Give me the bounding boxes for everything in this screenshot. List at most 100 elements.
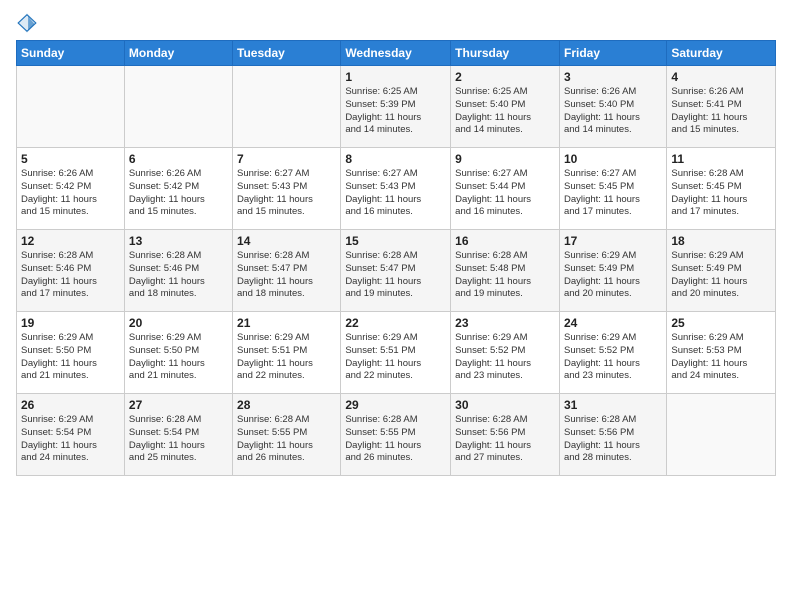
day-info: Sunrise: 6:29 AMSunset: 5:51 PMDaylight:…	[345, 332, 446, 383]
day-number: 30	[455, 398, 555, 412]
day-info: Sunrise: 6:29 AMSunset: 5:50 PMDaylight:…	[21, 332, 120, 383]
calendar-cell: 21 Sunrise: 6:29 AMSunset: 5:51 PMDayligh…	[233, 312, 341, 394]
calendar-cell	[233, 66, 341, 148]
day-number: 12	[21, 234, 120, 248]
calendar-cell: 9 Sunrise: 6:27 AMSunset: 5:44 PMDaylight…	[451, 148, 560, 230]
page-header	[16, 12, 776, 34]
week-row-4: 19Sunrise: 6:29 AMSunset: 5:50 PMDayligh…	[17, 312, 776, 394]
calendar-cell: 13 Sunrise: 6:28 AMSunset: 5:46 PMDayligh…	[124, 230, 232, 312]
day-info: Sunrise: 6:28 AMSunset: 5:47 PMDaylight:…	[345, 250, 446, 301]
weekday-tuesday: Tuesday	[233, 41, 341, 66]
calendar-cell: 19Sunrise: 6:29 AMSunset: 5:50 PMDayligh…	[17, 312, 125, 394]
day-number: 18	[671, 234, 771, 248]
day-info: Sunrise: 6:29 AMSunset: 5:49 PMDaylight:…	[671, 250, 771, 301]
day-number: 11	[671, 152, 771, 166]
week-row-3: 12 Sunrise: 6:28 AMSunset: 5:46 PMDayligh…	[17, 230, 776, 312]
day-number: 23	[455, 316, 555, 330]
day-number: 27	[129, 398, 228, 412]
day-number: 5	[21, 152, 120, 166]
logo	[16, 12, 42, 34]
day-info: Sunrise: 6:29 AMSunset: 5:49 PMDaylight:…	[564, 250, 662, 301]
week-row-1: 1 Sunrise: 6:25 AMSunset: 5:39 PMDaylight…	[17, 66, 776, 148]
calendar-cell: 6 Sunrise: 6:26 AMSunset: 5:42 PMDaylight…	[124, 148, 232, 230]
calendar-cell: 10 Sunrise: 6:27 AMSunset: 5:45 PMDayligh…	[559, 148, 666, 230]
day-number: 3	[564, 70, 662, 84]
calendar-cell: 4 Sunrise: 6:26 AMSunset: 5:41 PMDaylight…	[667, 66, 776, 148]
day-info: Sunrise: 6:29 AMSunset: 5:51 PMDaylight:…	[237, 332, 336, 383]
day-info: Sunrise: 6:29 AMSunset: 5:52 PMDaylight:…	[455, 332, 555, 383]
calendar-cell: 16 Sunrise: 6:28 AMSunset: 5:48 PMDayligh…	[451, 230, 560, 312]
day-info: Sunrise: 6:28 AMSunset: 5:54 PMDaylight:…	[129, 414, 228, 465]
day-number: 10	[564, 152, 662, 166]
weekday-monday: Monday	[124, 41, 232, 66]
day-info: Sunrise: 6:27 AMSunset: 5:45 PMDaylight:…	[564, 168, 662, 219]
day-info: Sunrise: 6:25 AMSunset: 5:40 PMDaylight:…	[455, 86, 555, 137]
day-info: Sunrise: 6:27 AMSunset: 5:43 PMDaylight:…	[345, 168, 446, 219]
calendar-cell: 18 Sunrise: 6:29 AMSunset: 5:49 PMDayligh…	[667, 230, 776, 312]
calendar-cell: 28Sunrise: 6:28 AMSunset: 5:55 PMDayligh…	[233, 394, 341, 476]
weekday-saturday: Saturday	[667, 41, 776, 66]
calendar-cell: 24 Sunrise: 6:29 AMSunset: 5:52 PMDayligh…	[559, 312, 666, 394]
calendar-cell: 11 Sunrise: 6:28 AMSunset: 5:45 PMDayligh…	[667, 148, 776, 230]
day-number: 22	[345, 316, 446, 330]
day-info: Sunrise: 6:28 AMSunset: 5:55 PMDaylight:…	[345, 414, 446, 465]
day-number: 1	[345, 70, 446, 84]
day-info: Sunrise: 6:28 AMSunset: 5:45 PMDaylight:…	[671, 168, 771, 219]
calendar-cell	[124, 66, 232, 148]
day-number: 13	[129, 234, 228, 248]
weekday-sunday: Sunday	[17, 41, 125, 66]
day-number: 16	[455, 234, 555, 248]
day-info: Sunrise: 6:28 AMSunset: 5:48 PMDaylight:…	[455, 250, 555, 301]
day-number: 17	[564, 234, 662, 248]
day-info: Sunrise: 6:27 AMSunset: 5:43 PMDaylight:…	[237, 168, 336, 219]
calendar-cell	[667, 394, 776, 476]
calendar-cell: 2 Sunrise: 6:25 AMSunset: 5:40 PMDaylight…	[451, 66, 560, 148]
day-info: Sunrise: 6:28 AMSunset: 5:46 PMDaylight:…	[21, 250, 120, 301]
calendar-cell: 30 Sunrise: 6:28 AMSunset: 5:56 PMDayligh…	[451, 394, 560, 476]
day-info: Sunrise: 6:25 AMSunset: 5:39 PMDaylight:…	[345, 86, 446, 137]
day-number: 14	[237, 234, 336, 248]
calendar-cell: 23 Sunrise: 6:29 AMSunset: 5:52 PMDayligh…	[451, 312, 560, 394]
calendar-cell: 31Sunrise: 6:28 AMSunset: 5:56 PMDayligh…	[559, 394, 666, 476]
day-number: 6	[129, 152, 228, 166]
day-info: Sunrise: 6:29 AMSunset: 5:53 PMDaylight:…	[671, 332, 771, 383]
day-info: Sunrise: 6:26 AMSunset: 5:42 PMDaylight:…	[21, 168, 120, 219]
week-row-2: 5 Sunrise: 6:26 AMSunset: 5:42 PMDaylight…	[17, 148, 776, 230]
calendar-cell	[17, 66, 125, 148]
day-number: 7	[237, 152, 336, 166]
day-info: Sunrise: 6:26 AMSunset: 5:40 PMDaylight:…	[564, 86, 662, 137]
day-number: 26	[21, 398, 120, 412]
calendar-cell: 29Sunrise: 6:28 AMSunset: 5:55 PMDayligh…	[341, 394, 451, 476]
day-number: 25	[671, 316, 771, 330]
calendar-cell: 27 Sunrise: 6:28 AMSunset: 5:54 PMDayligh…	[124, 394, 232, 476]
calendar-body: 1 Sunrise: 6:25 AMSunset: 5:39 PMDaylight…	[17, 66, 776, 476]
day-number: 31	[564, 398, 662, 412]
weekday-header-row: SundayMondayTuesdayWednesdayThursdayFrid…	[17, 41, 776, 66]
calendar-cell: 7 Sunrise: 6:27 AMSunset: 5:43 PMDaylight…	[233, 148, 341, 230]
day-info: Sunrise: 6:26 AMSunset: 5:41 PMDaylight:…	[671, 86, 771, 137]
weekday-wednesday: Wednesday	[341, 41, 451, 66]
calendar-cell: 5 Sunrise: 6:26 AMSunset: 5:42 PMDaylight…	[17, 148, 125, 230]
calendar-cell: 17 Sunrise: 6:29 AMSunset: 5:49 PMDayligh…	[559, 230, 666, 312]
day-number: 2	[455, 70, 555, 84]
calendar-cell: 20 Sunrise: 6:29 AMSunset: 5:50 PMDayligh…	[124, 312, 232, 394]
day-info: Sunrise: 6:27 AMSunset: 5:44 PMDaylight:…	[455, 168, 555, 219]
calendar-table: SundayMondayTuesdayWednesdayThursdayFrid…	[16, 40, 776, 476]
day-number: 4	[671, 70, 771, 84]
day-number: 24	[564, 316, 662, 330]
day-number: 15	[345, 234, 446, 248]
day-info: Sunrise: 6:28 AMSunset: 5:56 PMDaylight:…	[455, 414, 555, 465]
day-number: 28	[237, 398, 336, 412]
day-number: 20	[129, 316, 228, 330]
day-number: 9	[455, 152, 555, 166]
day-info: Sunrise: 6:28 AMSunset: 5:46 PMDaylight:…	[129, 250, 228, 301]
calendar-cell: 14Sunrise: 6:28 AMSunset: 5:47 PMDayligh…	[233, 230, 341, 312]
week-row-5: 26 Sunrise: 6:29 AMSunset: 5:54 PMDayligh…	[17, 394, 776, 476]
day-info: Sunrise: 6:26 AMSunset: 5:42 PMDaylight:…	[129, 168, 228, 219]
calendar-cell: 8 Sunrise: 6:27 AMSunset: 5:43 PMDaylight…	[341, 148, 451, 230]
day-info: Sunrise: 6:29 AMSunset: 5:52 PMDaylight:…	[564, 332, 662, 383]
day-number: 21	[237, 316, 336, 330]
day-number: 8	[345, 152, 446, 166]
day-info: Sunrise: 6:29 AMSunset: 5:54 PMDaylight:…	[21, 414, 120, 465]
day-info: Sunrise: 6:29 AMSunset: 5:50 PMDaylight:…	[129, 332, 228, 383]
